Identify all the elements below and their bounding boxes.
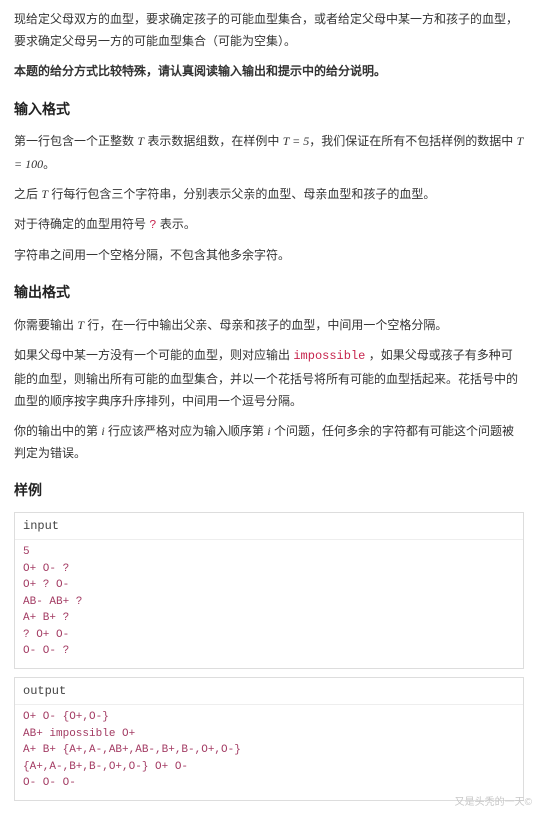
output-format-p1: 你需要输出 T 行，在一行中输出父亲、母亲和孩子的血型，中间用一个空格分隔。 [14, 314, 524, 336]
intro-paragraph-1: 现给定父母双方的血型，要求确定孩子的可能血型集合，或者给定父母中某一方和孩子的血… [14, 8, 524, 52]
sample-output-label: output [15, 678, 523, 705]
sample-heading: 样例 [14, 478, 524, 504]
sample-input-label: input [15, 513, 523, 540]
eq-T5: T = 5 [283, 134, 310, 148]
problem-statement: 现给定父母双方的血型，要求确定孩子的可能血型集合，或者给定父母中某一方和孩子的血… [0, 0, 538, 813]
output-format-heading: 输出格式 [14, 280, 524, 306]
input-format-p1: 第一行包含一个正整数 T 表示数据组数，在样例中 T = 5，我们保证在所有不包… [14, 130, 524, 174]
output-format-p3: 你的输出中的第 i 行应该严格对应为输入顺序第 i 个问题，任何多余的字符都有可… [14, 420, 524, 464]
sample-output-block: output O+ O- {O+,O-} AB+ impossible O+ A… [14, 677, 524, 801]
input-format-p2: 之后 T 行每行包含三个字符串，分别表示父亲的血型、母亲血型和孩子的血型。 [14, 183, 524, 205]
intro-paragraph-2: 本题的给分方式比较特殊，请认真阅读输入输出和提示中的给分说明。 [14, 60, 524, 82]
output-format-p2: 如果父母中某一方没有一个可能的血型，则对应输出 impossible ，如果父母… [14, 344, 524, 412]
impossible-keyword: impossible [293, 349, 365, 363]
input-format-heading: 输入格式 [14, 97, 524, 123]
input-format-p4: 字符串之间用一个空格分隔，不包含其他多余字符。 [14, 244, 524, 266]
sample-output-text: O+ O- {O+,O-} AB+ impossible O+ A+ B+ {A… [15, 705, 523, 800]
question-mark-symbol: ? [149, 218, 156, 232]
input-format-p3: 对于待确定的血型用符号 ? 表示。 [14, 213, 524, 236]
sample-input-text: 5 O+ O- ? O+ ? O- AB- AB+ ? A+ B+ ? ? O+… [15, 540, 523, 668]
sample-input-block: input 5 O+ O- ? O+ ? O- AB- AB+ ? A+ B+ … [14, 512, 524, 669]
watermark-text: 又是头秃的一天© [455, 794, 532, 813]
